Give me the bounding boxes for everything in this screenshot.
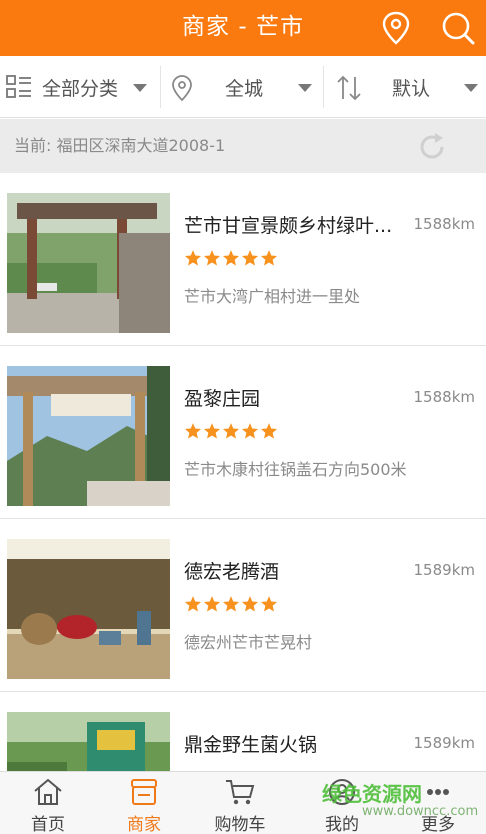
sort-icon [336, 74, 362, 106]
star-icon [241, 249, 259, 271]
merchant-item[interactable]: 德宏老腾酒 1589km 德宏州芒市芒晃村 [0, 519, 486, 692]
merchant-distance: 1588km [413, 388, 475, 406]
star-icon [222, 249, 240, 271]
merchant-name: 德宏老腾酒 [184, 561, 280, 583]
star-icon [260, 422, 278, 444]
merchant-distance: 1589km [413, 561, 475, 579]
merchant-distance: 1588km [413, 215, 475, 233]
rating-stars [184, 422, 278, 444]
merchant-distance: 1589km [413, 734, 475, 752]
category-grid-icon [6, 75, 32, 103]
star-icon [184, 595, 202, 617]
merchant-address: 芒市木康村往锅盖石方向500米 [184, 460, 407, 479]
rating-stars [184, 249, 278, 271]
merchant-address: 德宏州芒市芒晃村 [184, 633, 313, 652]
star-icon [203, 422, 221, 444]
sort-filter-label: 默认 [392, 78, 431, 100]
merchant-name: 芒市甘宣景颇乡村绿叶... [184, 215, 393, 237]
star-icon [260, 595, 278, 617]
rating-stars [184, 595, 278, 617]
store-icon [129, 778, 159, 806]
star-icon [241, 595, 259, 617]
user-icon [327, 778, 357, 806]
merchant-photo [7, 193, 170, 333]
merchant-name: 盈黎庄园 [184, 388, 261, 410]
nav-profile[interactable]: 我的 [294, 772, 390, 834]
chevron-down-icon [298, 84, 312, 92]
star-icon [203, 249, 221, 271]
chevron-down-icon [464, 84, 478, 92]
merchant-address: 芒市大湾广相村进一里处 [184, 287, 361, 306]
merchant-photo [7, 539, 170, 679]
location-pin-icon [171, 74, 193, 106]
search-icon[interactable] [438, 8, 478, 48]
nav-cart[interactable]: 购物车 [192, 772, 288, 834]
star-icon [241, 422, 259, 444]
nav-more[interactable]: 更多 [390, 772, 486, 834]
merchant-item[interactable]: 芒市甘宣景颇乡村绿叶... 1588km 芒市大湾广相村进一里处 [0, 173, 486, 346]
merchant-name: 鼎金野生菌火锅 [184, 734, 318, 756]
nav-label: 购物车 [214, 815, 266, 834]
nav-home[interactable]: 首页 [0, 772, 96, 834]
merchant-photo [7, 366, 170, 506]
app-header: 商家 - 芒市 [0, 0, 486, 56]
merchant-item[interactable]: 盈黎庄园 1588km 芒市木康村往锅盖石方向500米 [0, 346, 486, 519]
category-filter[interactable]: 全部分类 [0, 56, 160, 118]
chevron-down-icon [133, 84, 147, 92]
sort-filter[interactable]: 默认 [324, 56, 486, 118]
star-icon [222, 422, 240, 444]
star-icon [203, 595, 221, 617]
nav-merchants[interactable]: 商家 [96, 772, 192, 834]
filter-bar: 全部分类 全城 默认 [0, 56, 486, 118]
home-icon [33, 778, 63, 806]
star-icon [184, 422, 202, 444]
nav-label: 我的 [325, 815, 359, 834]
cart-icon [225, 778, 255, 806]
star-icon [222, 595, 240, 617]
nav-label: 更多 [421, 815, 455, 834]
location-icon[interactable] [376, 8, 416, 48]
bottom-nav: 首页 商家 购物车 我的 更多 [0, 771, 486, 834]
current-location-text: 当前: 福田区深南大道2008-1 [14, 136, 226, 155]
nav-label: 商家 [127, 815, 161, 834]
refresh-icon[interactable] [416, 131, 448, 163]
area-filter-label: 全城 [225, 78, 264, 100]
star-icon [184, 249, 202, 271]
star-icon [260, 249, 278, 271]
more-icon [423, 778, 453, 806]
current-location-bar: 当前: 福田区深南大道2008-1 [0, 119, 486, 173]
category-filter-label: 全部分类 [42, 78, 119, 100]
nav-label: 首页 [31, 815, 65, 834]
area-filter[interactable]: 全城 [161, 56, 323, 118]
